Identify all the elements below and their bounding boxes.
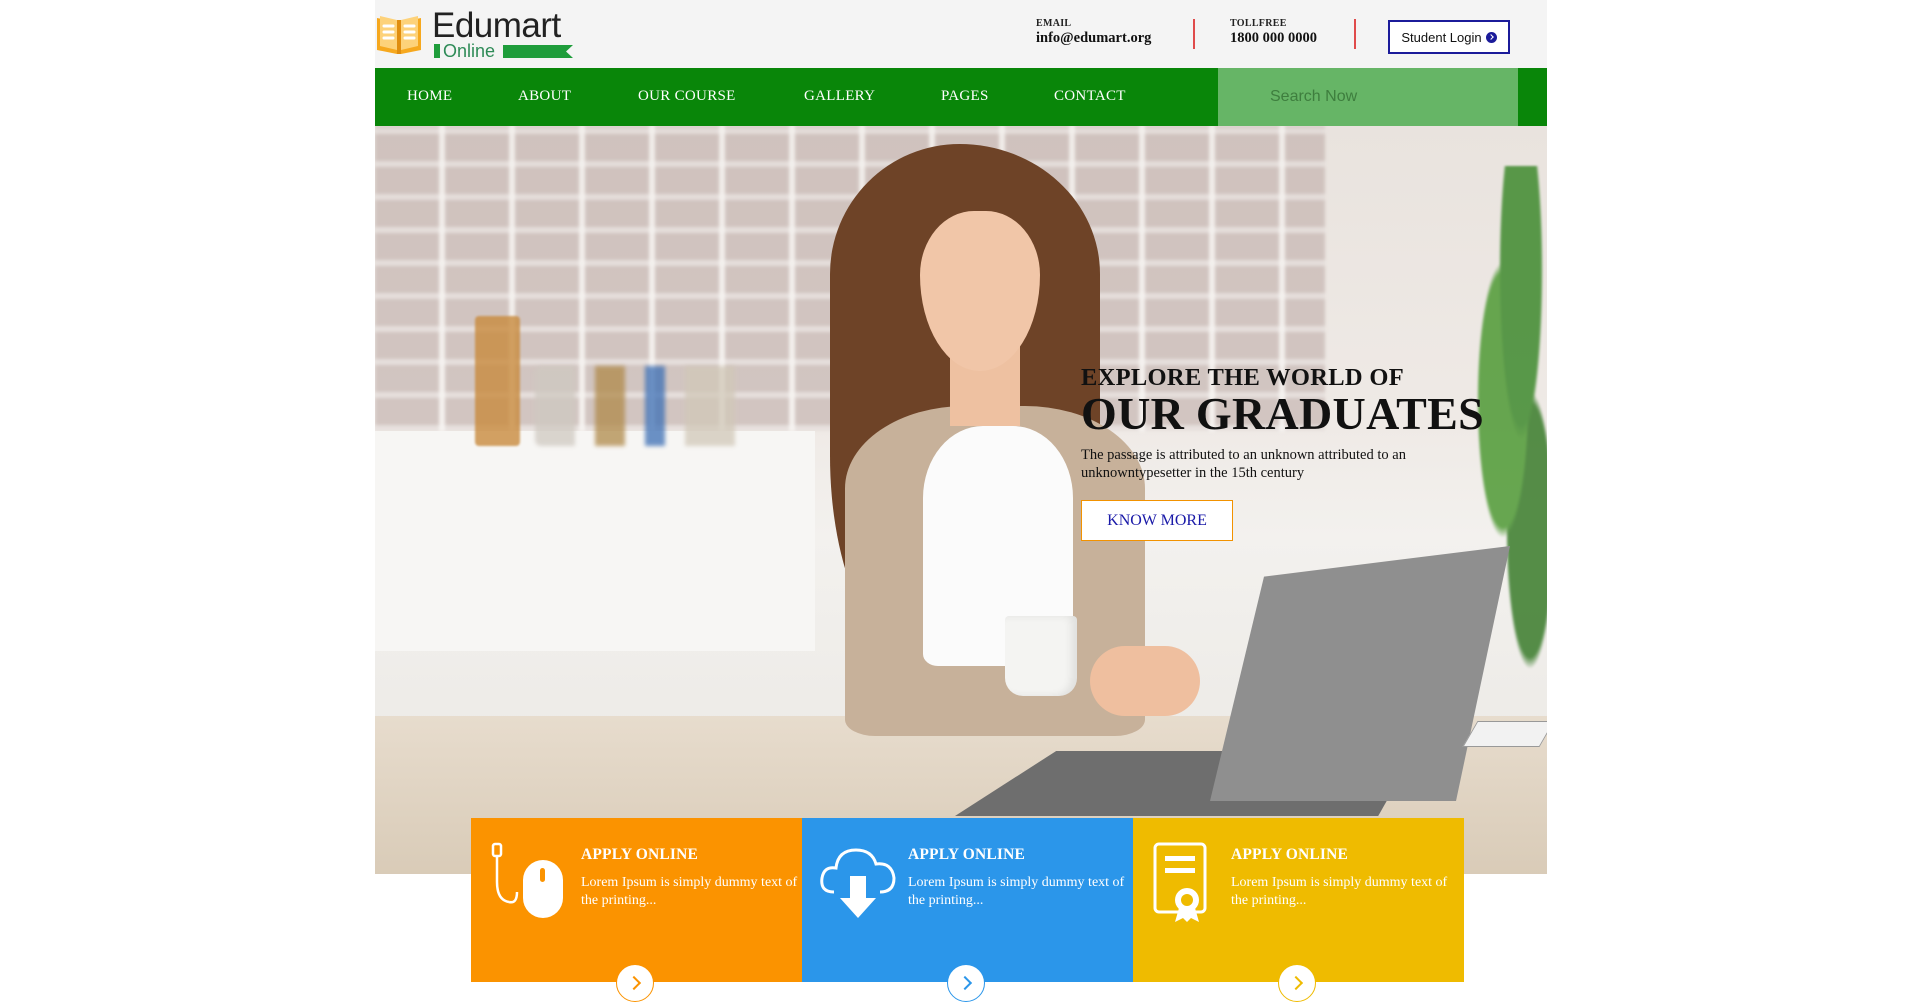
chevron-right-icon [957, 975, 972, 991]
logo-subtitle: Online [443, 41, 496, 61]
cloud-download-icon [820, 848, 896, 918]
page: Edumart Online EMAIL info@edumart.org TO… [375, 0, 1547, 1003]
card-arrow-button[interactable] [947, 964, 985, 1002]
know-more-button[interactable]: KNOW MORE [1081, 500, 1233, 541]
nav-item-our-course[interactable]: OUR COURSE [638, 88, 736, 105]
student-login-label: Student Login [1401, 29, 1482, 45]
card-arrow-button[interactable] [1278, 964, 1316, 1002]
kitchen-counter [375, 431, 815, 651]
coffee-mug [1005, 616, 1077, 696]
search-input[interactable] [1218, 68, 1518, 126]
nav-item-gallery[interactable]: GALLERY [804, 88, 875, 105]
logo-ribbon [503, 45, 573, 58]
nav-item-about[interactable]: ABOUT [518, 88, 571, 105]
student-login-button[interactable]: Student Login [1388, 20, 1510, 54]
tollfree-label: TOLLFREE [1230, 18, 1287, 29]
top-header: Edumart Online EMAIL info@edumart.org TO… [375, 0, 1547, 68]
card-title: APPLY ONLINE [1231, 846, 1349, 863]
email-label: EMAIL [1036, 18, 1072, 29]
hero-title: OUR GRADUATES [1081, 388, 1485, 439]
certificate-icon [1153, 842, 1207, 922]
card-title: APPLY ONLINE [908, 846, 1026, 863]
feature-card[interactable]: APPLY ONLINE Lorem Ipsum is simply dummy… [1133, 818, 1464, 1002]
feature-card[interactable]: APPLY ONLINE Lorem Ipsum is simply dummy… [802, 818, 1133, 1002]
chevron-right-icon [626, 975, 641, 991]
woman-hand [1090, 646, 1200, 716]
card-arrow-button[interactable] [616, 964, 654, 1002]
open-book-icon [377, 16, 421, 54]
email-contact: EMAIL info@edumart.org [1036, 18, 1151, 47]
card-description: Lorem Ipsum is simply dummy text of the … [581, 875, 798, 908]
hero-banner: EXPLORE THE WORLD OF OUR GRADUATES The p… [375, 126, 1547, 874]
kitchen-jars [535, 366, 765, 446]
nav-item-contact[interactable]: CONTACT [1054, 88, 1126, 105]
tollfree-contact: TOLLFREE 1800 000 0000 [1230, 18, 1317, 47]
hero-description: The passage is attributed to an unknown … [1081, 447, 1406, 481]
chevron-right-icon [1288, 975, 1303, 991]
logo[interactable]: Edumart Online [375, 6, 595, 64]
card-title: APPLY ONLINE [581, 846, 699, 863]
knife-block [475, 316, 520, 446]
tollfree-value[interactable]: 1800 000 0000 [1230, 30, 1317, 47]
smartphone [1462, 721, 1547, 747]
mouse-icon [491, 842, 563, 918]
main-nav: HOME ABOUT OUR COURSE GALLERY PAGES CONT… [375, 68, 1547, 126]
nav-item-pages[interactable]: PAGES [941, 88, 989, 105]
arrow-circle-icon [1485, 31, 1497, 43]
card-description: Lorem Ipsum is simply dummy text of the … [908, 875, 1125, 908]
nav-item-home[interactable]: HOME [407, 88, 452, 105]
logo-name: Edumart [432, 6, 561, 45]
header-divider [1193, 19, 1195, 49]
hero-text: EXPLORE THE WORLD OF OUR GRADUATES The p… [1081, 364, 1521, 482]
header-divider [1354, 19, 1356, 49]
email-value[interactable]: info@edumart.org [1036, 30, 1151, 47]
card-description: Lorem Ipsum is simply dummy text of the … [1231, 875, 1448, 908]
feature-card[interactable]: APPLY ONLINE Lorem Ipsum is simply dummy… [471, 818, 802, 1002]
logo-accent-bar [434, 44, 440, 58]
